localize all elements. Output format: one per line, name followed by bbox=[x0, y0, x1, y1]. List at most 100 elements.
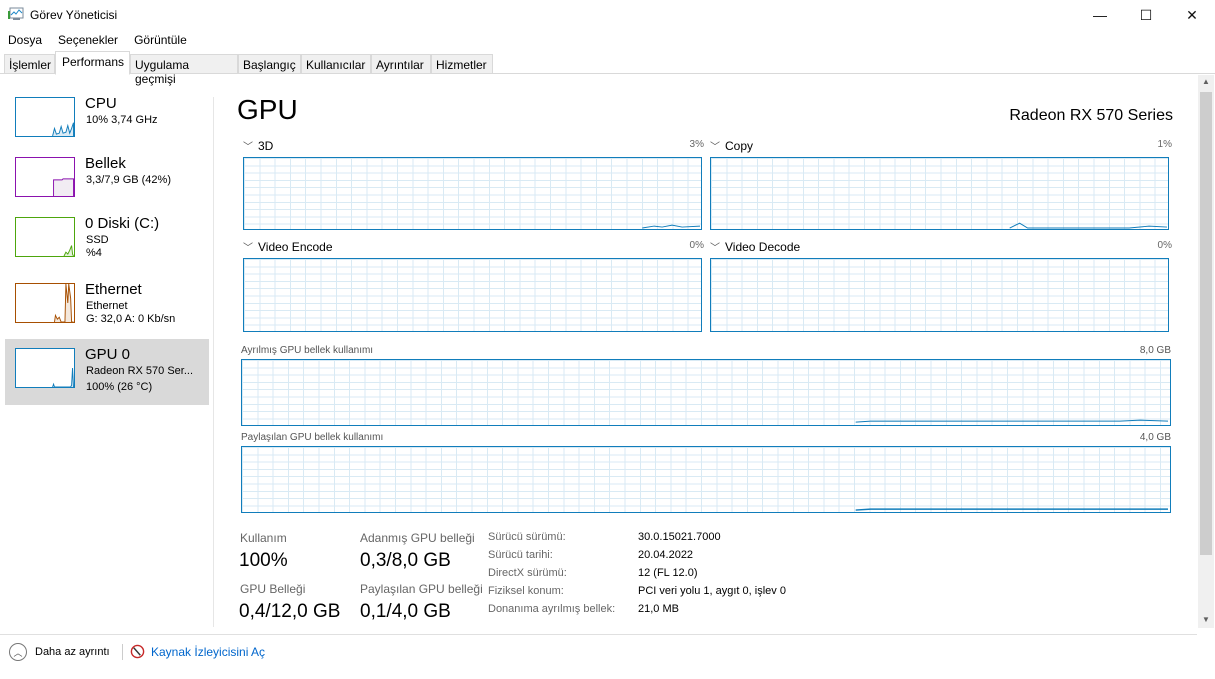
scroll-up-icon[interactable]: ▲ bbox=[1202, 77, 1210, 86]
tab-performance[interactable]: Performans bbox=[55, 51, 130, 75]
sidebar-ethernet-name: Ethernet bbox=[85, 281, 142, 298]
engine-copy-percent: 1% bbox=[1157, 139, 1172, 150]
sidebar-gpu-name: GPU 0 bbox=[85, 346, 131, 363]
sidebar-memory-detail: 3,3/7,9 GB (42%) bbox=[86, 174, 171, 186]
dedicated-memory-graph bbox=[241, 359, 1171, 426]
footer-divider bbox=[0, 634, 1197, 635]
dedicated-memory-stat-label: Adanmış GPU belleği bbox=[360, 531, 475, 545]
gpu-model-name: Radeon RX 570 Series bbox=[1009, 107, 1173, 124]
sidebar-cpu-name: CPU bbox=[85, 95, 117, 112]
tab-startup[interactable]: Başlangıç bbox=[238, 54, 301, 74]
sidebar-gpu-model: Radeon RX 570 Ser... bbox=[86, 365, 194, 377]
dedicated-memory-max: 8,0 GB bbox=[1139, 345, 1171, 356]
sidebar-item-memory[interactable]: Bellek 3,3/7,9 GB (42%) bbox=[5, 150, 209, 210]
dedicated-memory-stat-value: 0,3/8,0 GB bbox=[360, 550, 451, 571]
sidebar-disk-usage: %4 bbox=[86, 247, 102, 259]
shared-memory-max: 4,0 GB bbox=[1139, 432, 1171, 443]
footer: ︿ Daha az ayrıntı Kaynak İzleyicisini Aç bbox=[0, 640, 1215, 666]
page-title: GPU bbox=[237, 94, 298, 125]
menu-bar: Dosya Seçenekler Görüntüle bbox=[0, 30, 1215, 50]
disk-thumbnail-graph bbox=[15, 217, 75, 257]
engine-video-decode-label: Video Decode bbox=[725, 240, 801, 254]
sidebar-memory-name: Bellek bbox=[85, 155, 126, 172]
driver-date-value: 20.04.2022 bbox=[638, 549, 694, 561]
tab-users[interactable]: Kullanıcılar bbox=[301, 54, 371, 74]
menu-view[interactable]: Görüntüle bbox=[126, 30, 195, 50]
open-resource-monitor-label: Kaynak İzleyicisini Aç bbox=[151, 644, 266, 659]
engine-video-decode-graph bbox=[710, 258, 1169, 332]
driver-version-label: Sürücü sürümü: bbox=[488, 531, 566, 543]
memory-thumbnail-graph bbox=[15, 157, 75, 197]
shared-memory-stat-label: Paylaşılan GPU belleği bbox=[360, 582, 483, 596]
driver-version-value: 30.0.15021.7000 bbox=[638, 531, 721, 543]
maximize-button[interactable]: ☐ bbox=[1123, 0, 1169, 30]
minimize-button[interactable]: — bbox=[1077, 0, 1123, 30]
sidebar-ethernet-adapter: Ethernet bbox=[86, 300, 128, 312]
fewer-details-label: Daha az ayrıntı bbox=[35, 646, 110, 658]
sidebar-ethernet-throughput: G: 32,0 A: 0 Kb/sn bbox=[86, 313, 176, 325]
shared-memory-stat-value: 0,1/4,0 GB bbox=[360, 601, 451, 622]
tab-app-history[interactable]: Uygulama geçmişi bbox=[130, 54, 238, 86]
menu-options[interactable]: Seçenekler bbox=[50, 30, 126, 50]
directx-version-label: DirectX sürümü: bbox=[488, 567, 567, 579]
engine-video-encode-label: Video Encode bbox=[258, 240, 333, 254]
driver-date-label: Sürücü tarihi: bbox=[488, 549, 553, 561]
physical-location-label: Fiziksel konum: bbox=[488, 585, 564, 597]
chevron-down-icon: ﹀ bbox=[710, 142, 720, 153]
open-resource-monitor-link[interactable]: Kaynak İzleyicisini Aç bbox=[130, 644, 265, 659]
cpu-thumbnail-graph bbox=[15, 97, 75, 137]
engine-video-encode-selector[interactable]: ﹀ Video Encode bbox=[243, 239, 333, 254]
close-button[interactable]: ✕ bbox=[1169, 0, 1215, 30]
engine-video-encode-percent: 0% bbox=[689, 240, 704, 251]
tab-details[interactable]: Ayrıntılar bbox=[371, 54, 431, 74]
window-title: Görev Yöneticisi bbox=[30, 8, 118, 22]
utilization-value: 100% bbox=[239, 550, 288, 571]
sidebar-item-disk[interactable]: 0 Diski (C:) SSD %4 bbox=[5, 210, 209, 270]
sidebar-disk-type: SSD bbox=[86, 234, 109, 246]
sidebar-item-gpu0[interactable]: GPU 0 Radeon RX 570 Ser... 100% (26 °C) bbox=[5, 339, 209, 405]
engine-video-decode-percent: 0% bbox=[1157, 240, 1172, 251]
chevron-down-icon: ﹀ bbox=[710, 243, 720, 254]
sidebar-cpu-detail: 10% 3,74 GHz bbox=[86, 114, 158, 126]
physical-location-value: PCI veri yolu 1, aygıt 0, işlev 0 bbox=[638, 585, 786, 597]
utilization-label: Kullanım bbox=[240, 531, 287, 545]
scrollbar-thumb[interactable] bbox=[1200, 92, 1212, 555]
fewer-details-button[interactable]: ︿ Daha az ayrıntı bbox=[9, 643, 110, 661]
gpu-thumbnail-graph bbox=[15, 348, 75, 388]
sidebar-gpu-status: 100% (26 °C) bbox=[86, 381, 153, 393]
menu-file[interactable]: Dosya bbox=[0, 30, 50, 50]
title-bar: Görev Yöneticisi — ☐ ✕ bbox=[0, 0, 1215, 30]
footer-separator bbox=[122, 644, 123, 660]
engine-3d-selector[interactable]: ﹀ 3D bbox=[243, 138, 273, 153]
engine-3d-percent: 3% bbox=[689, 139, 704, 150]
engine-video-decode-selector[interactable]: ﹀ Video Decode bbox=[710, 239, 800, 254]
sidebar-disk-name: 0 Diski (C:) bbox=[85, 215, 160, 232]
chevron-up-icon: ︿ bbox=[9, 643, 27, 661]
tab-processes[interactable]: İşlemler bbox=[4, 54, 55, 74]
hardware-reserved-memory-value: 21,0 MB bbox=[638, 603, 679, 615]
sidebar-item-ethernet[interactable]: Ethernet Ethernet G: 32,0 A: 0 Kb/sn bbox=[5, 276, 209, 336]
engine-copy-selector[interactable]: ﹀ Copy bbox=[710, 138, 753, 153]
chevron-down-icon: ﹀ bbox=[243, 142, 253, 153]
tab-services[interactable]: Hizmetler bbox=[431, 54, 493, 74]
sidebar-divider bbox=[213, 97, 214, 627]
ethernet-thumbnail-graph bbox=[15, 283, 75, 323]
engine-copy-label: Copy bbox=[725, 139, 754, 153]
scroll-down-icon[interactable]: ▼ bbox=[1202, 615, 1210, 624]
gpu-memory-label: GPU Belleği bbox=[240, 582, 306, 596]
directx-version-value: 12 (FL 12.0) bbox=[638, 567, 698, 579]
engine-3d-graph bbox=[243, 157, 702, 230]
sidebar-item-cpu[interactable]: CPU 10% 3,74 GHz bbox=[5, 90, 209, 150]
task-manager-icon bbox=[8, 7, 24, 20]
shared-memory-graph bbox=[241, 446, 1171, 513]
engine-copy-graph bbox=[710, 157, 1169, 230]
engine-3d-label: 3D bbox=[258, 139, 274, 153]
hardware-reserved-memory-label: Donanıma ayrılmış bellek: bbox=[488, 603, 616, 615]
tab-bar: İşlemler Performans Uygulama geçmişi Baş… bbox=[0, 50, 1215, 86]
chevron-down-icon: ﹀ bbox=[243, 243, 253, 254]
engine-video-encode-graph bbox=[243, 258, 702, 332]
shared-memory-label: Paylaşılan GPU bellek kullanımı bbox=[241, 432, 384, 443]
gpu-memory-value: 0,4/12,0 GB bbox=[239, 601, 341, 622]
resource-monitor-icon bbox=[130, 644, 145, 659]
dedicated-memory-label: Ayrılmış GPU bellek kullanımı bbox=[241, 345, 374, 356]
